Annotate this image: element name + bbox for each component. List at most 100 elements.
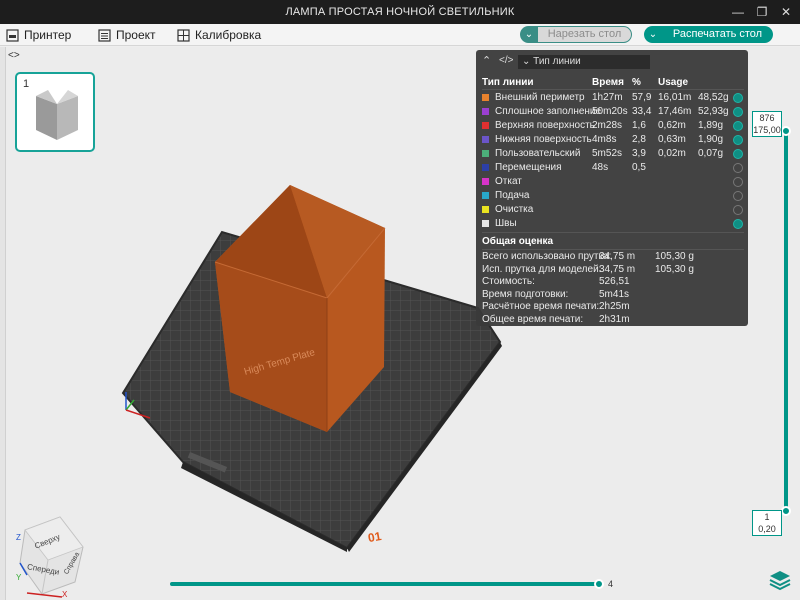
layer-top-label: 876 175,00: [752, 111, 782, 137]
visibility-eye-icon[interactable]: [733, 205, 743, 215]
swatch-icon: [482, 108, 489, 115]
axis-x-label: X: [62, 590, 68, 599]
line-type-row: Нижняя поверхность 4m8s 2,8 0,63m 1,90g: [482, 133, 744, 147]
layer-bottom-label: 1 0,20: [752, 510, 782, 536]
slice-plate-button[interactable]: ⌄ Нарезать стол: [520, 26, 632, 43]
layer-slider-top-handle[interactable]: [781, 126, 791, 136]
visibility-eye-icon[interactable]: [733, 93, 743, 103]
swatch-icon: [482, 206, 489, 213]
line-type-row: Пользовательский 5m52s 3,9 0,02m 0,07g: [482, 147, 744, 161]
line-type-usage: 17,46m: [658, 106, 692, 117]
line-type-percent: 0,5: [632, 162, 646, 173]
chevron-down-icon: ⌄: [522, 56, 534, 67]
print-plate-button[interactable]: ⌄ Распечатать стол: [644, 26, 773, 43]
line-type-row: Швы: [482, 217, 744, 231]
stats-header: ⌃ </> ⌄ Тип линии: [476, 50, 748, 72]
line-type-name: Подача: [495, 190, 530, 201]
minimize-icon[interactable]: —: [728, 3, 748, 21]
restore-icon[interactable]: ❐: [752, 3, 772, 21]
layer-top-number: 876: [759, 113, 775, 123]
estimate-label: Всего использовано прутка:: [482, 251, 612, 262]
line-type-time: 48s: [592, 162, 609, 173]
swatch-icon: [482, 220, 489, 227]
line-type-time: 1h27m: [592, 92, 623, 103]
line-type-weight: 1,89g: [698, 120, 724, 131]
stats-divider: [482, 249, 744, 250]
estimate-label: Время подготовки:: [482, 288, 569, 300]
estimate-label: Расчётное время печати:: [482, 301, 600, 312]
swatch-icon: [482, 164, 489, 171]
code-view-icon[interactable]: </>: [499, 55, 513, 66]
estimate-value: 34,75 m: [599, 263, 636, 275]
line-type-name: Нижняя поверхность: [495, 134, 592, 145]
line-type-row: Перемещения 48s 0,5: [482, 161, 744, 175]
view-type-dropdown[interactable]: ⌄ Тип линии: [518, 55, 650, 69]
project-icon: [98, 28, 111, 42]
collapse-panel-icon[interactable]: ⌃: [482, 54, 491, 67]
layer-bottom-number: 1: [764, 512, 770, 522]
line-type-row: Откат: [482, 175, 744, 189]
layer-bottom-height: 0,20: [758, 524, 776, 534]
line-type-name: Сплошное заполнение: [495, 106, 602, 117]
layer-slider-track[interactable]: [784, 131, 788, 511]
col-header-type: Тип линии: [482, 77, 534, 88]
estimate-value: 526,51: [599, 276, 630, 287]
slice-plate-label: Нарезать стол: [538, 27, 631, 42]
menu-project[interactable]: Проект: [98, 27, 156, 43]
line-type-time: 2m28s: [592, 120, 623, 131]
visibility-eye-icon[interactable]: [733, 149, 743, 159]
stats-divider: [482, 232, 744, 233]
printer-icon: [6, 28, 19, 42]
model-thumbnail-icon: [36, 90, 78, 140]
col-header-usage: Usage: [658, 77, 689, 88]
layer-top-height: 175,00: [753, 125, 781, 135]
estimate-label: Общее время печати:: [482, 313, 584, 325]
estimate-value: 2h31m: [599, 313, 630, 325]
layer-slider-bottom-handle[interactable]: [781, 506, 791, 516]
layers-icon[interactable]: [768, 568, 792, 592]
left-side-strip: [0, 47, 6, 600]
calibration-icon: [177, 28, 190, 42]
line-type-usage: 16,01m: [658, 92, 692, 103]
line-type-usage: 0,63m: [658, 134, 686, 145]
view-type-value: Тип линии: [533, 56, 581, 67]
visibility-eye-icon[interactable]: [733, 135, 743, 145]
plate-thumbnail[interactable]: 1: [15, 72, 95, 152]
line-type-row: Очистка: [482, 203, 744, 217]
visibility-eye-icon[interactable]: [733, 191, 743, 201]
estimate-value: 2h25m: [599, 301, 630, 312]
chevron-down-icon[interactable]: ⌄: [644, 26, 662, 43]
move-slider-handle[interactable]: [594, 579, 604, 589]
move-slider-value: 4: [608, 579, 614, 589]
print-plate-label: Распечатать стол: [672, 28, 763, 40]
move-slider-track[interactable]: [170, 582, 600, 586]
estimate-value: 5m41s: [599, 288, 630, 300]
plate-number-label: 01: [366, 528, 383, 546]
visibility-eye-icon[interactable]: [733, 121, 743, 131]
line-type-time: 4m8s: [592, 134, 617, 145]
visibility-eye-icon[interactable]: [733, 177, 743, 187]
swatch-icon: [482, 122, 489, 129]
estimate-title: Общая оценка: [482, 236, 554, 247]
line-type-percent: 2,8: [632, 134, 646, 145]
line-type-row: Верхняя поверхность 2m28s 1,6 0,62m 1,89g: [482, 119, 744, 133]
visibility-eye-icon[interactable]: [733, 163, 743, 173]
axis-y-label: Y: [16, 573, 22, 582]
slice-stats-panel: ⌃ </> ⌄ Тип линии Тип линии Время % Usag…: [476, 50, 748, 326]
collapse-sidebar-icon[interactable]: <>: [8, 50, 22, 62]
menu-calibration-label: Калибровка: [195, 28, 262, 42]
line-type-percent: 3,9: [632, 148, 646, 159]
estimate-value: 34,75 m: [599, 251, 636, 262]
swatch-icon: [482, 136, 489, 143]
chevron-down-icon[interactable]: ⌄: [520, 26, 538, 43]
visibility-eye-icon[interactable]: [733, 219, 743, 229]
visibility-eye-icon[interactable]: [733, 107, 743, 117]
menu-printer[interactable]: Принтер: [6, 27, 71, 43]
line-type-time: 5m52s: [592, 148, 623, 159]
line-type-usage: 0,02m: [658, 148, 686, 159]
close-icon[interactable]: ✕: [776, 3, 796, 21]
line-type-weight: 48,52g: [698, 92, 729, 103]
line-type-percent: 1,6: [632, 120, 646, 131]
line-type-name: Перемещения: [495, 162, 562, 173]
menu-calibration[interactable]: Калибровка: [177, 27, 261, 43]
